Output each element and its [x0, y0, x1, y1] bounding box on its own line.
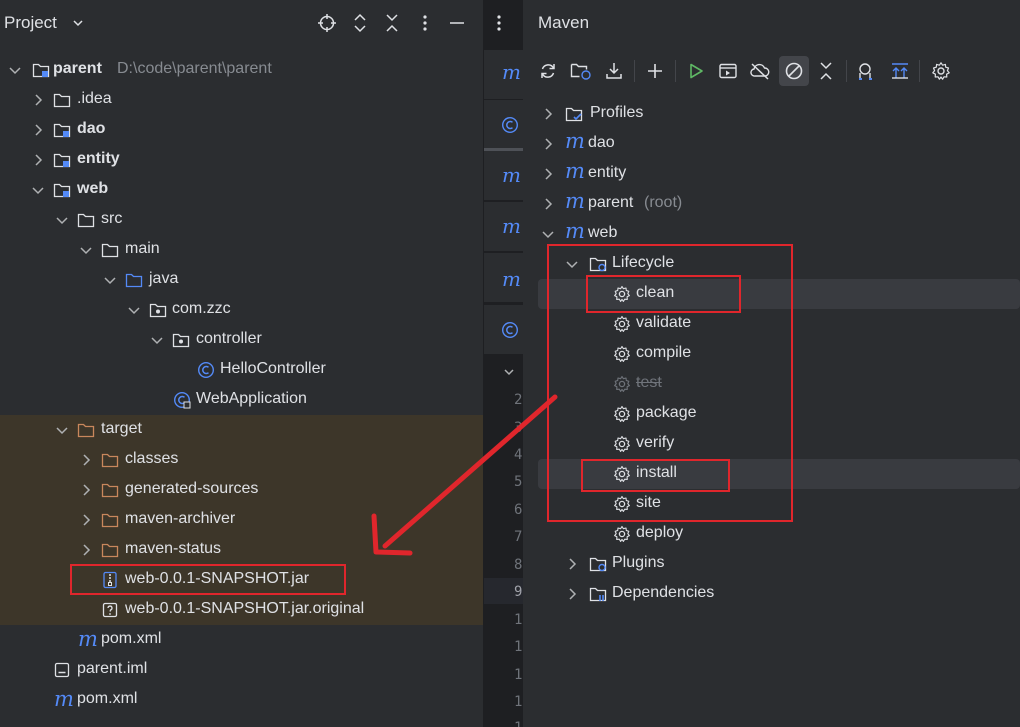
annotation-arrow-icon: [371, 394, 558, 556]
